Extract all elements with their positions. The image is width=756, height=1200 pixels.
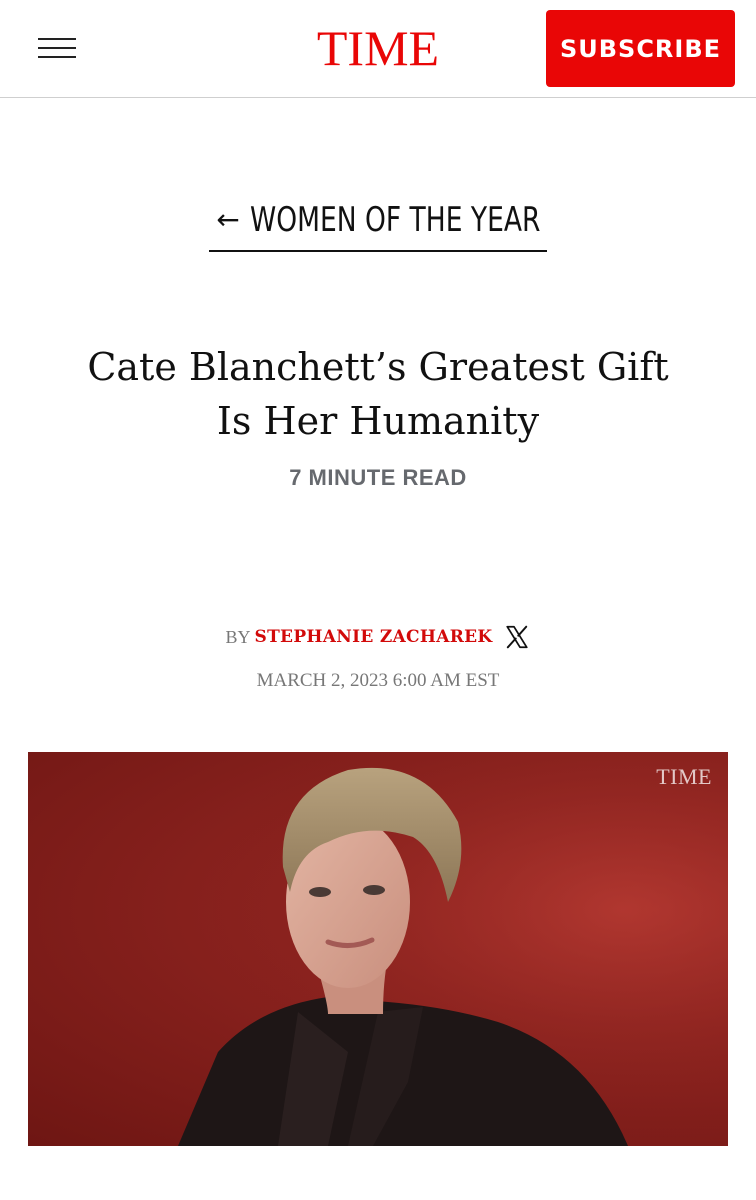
section-label: WOMEN OF THE YEAR xyxy=(249,200,541,240)
read-time: 7 MINUTE READ xyxy=(289,465,467,490)
byline: BY STEPHANIE ZACHAREK xyxy=(0,624,756,650)
headline-line-2: Is Her Humanity xyxy=(216,399,540,443)
publish-date: MARCH 2, 2023 6:00 AM EST xyxy=(256,670,500,691)
arrow-left-icon: ← xyxy=(216,203,240,236)
time-logo[interactable]: TIME xyxy=(300,18,456,78)
author-link[interactable]: STEPHANIE ZACHAREK xyxy=(255,627,493,647)
portrait-image xyxy=(28,752,728,1146)
featured-video[interactable]: TIME xyxy=(28,752,728,1146)
headline-line-1: Cate Blanchett’s Greatest Gift xyxy=(87,345,669,389)
section-link-women-of-the-year[interactable]: ← WOMEN OF THE YEAR xyxy=(209,190,547,252)
site-header: TIME SUBSCRIBE xyxy=(0,0,756,98)
video-watermark-logo: TIME xyxy=(656,764,712,789)
article-headline: Cate Blanchett’s Greatest Gift Is Her Hu… xyxy=(20,340,736,448)
byline-prefix: BY xyxy=(225,626,251,647)
x-logo-icon[interactable] xyxy=(504,624,530,650)
hamburger-menu-icon[interactable] xyxy=(38,36,76,60)
subscribe-button[interactable]: SUBSCRIBE xyxy=(546,10,735,87)
